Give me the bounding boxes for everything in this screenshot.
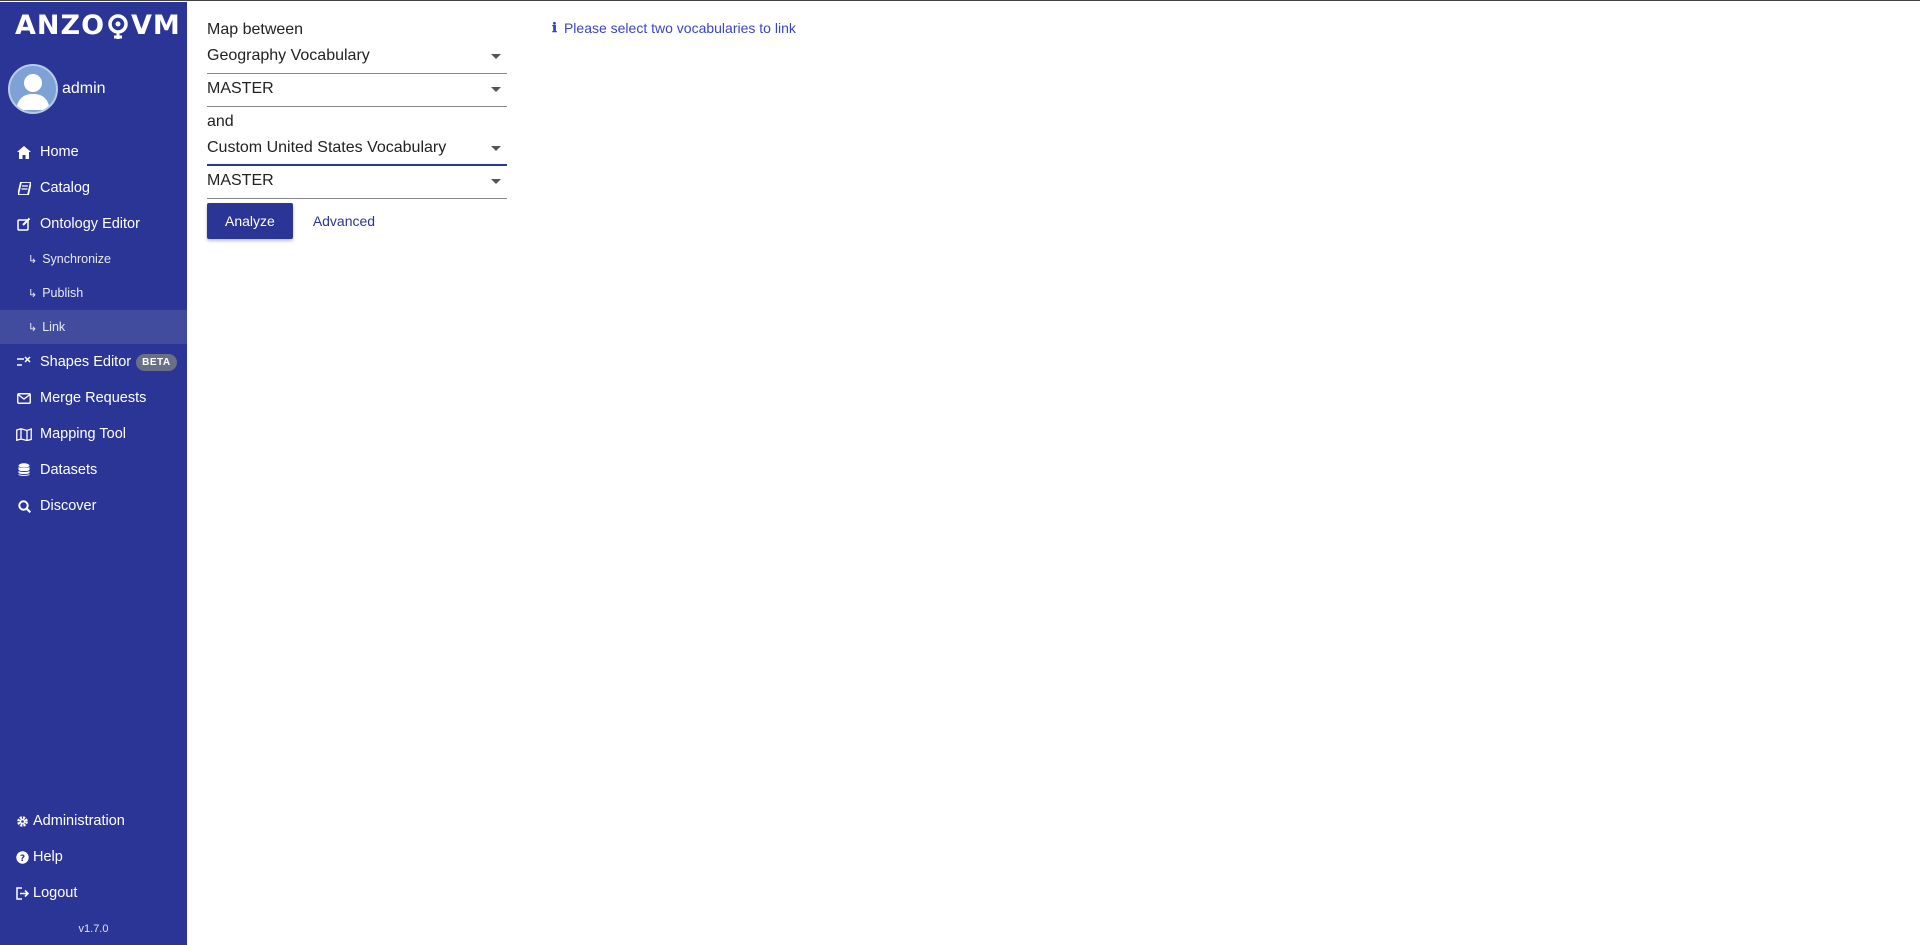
nav-item-datasets[interactable]: Datasets: [0, 452, 187, 488]
nav-item-catalog[interactable]: Catalog: [0, 170, 187, 206]
nav-item-help[interactable]: ? Help: [0, 839, 187, 875]
nav-label-help: Help: [33, 849, 63, 865]
chevron-down-icon: [491, 179, 501, 184]
advanced-button[interactable]: Advanced: [313, 213, 375, 229]
info-icon: ℹ: [552, 20, 557, 36]
logout-icon: [15, 885, 29, 901]
main-nav: Home Catalog Ontology Editor ↳ Synchroni…: [0, 134, 187, 524]
edit-icon: [16, 216, 32, 232]
map-icon: [16, 426, 32, 442]
app-version: v1.7.0: [78, 923, 109, 935]
nav-label-merge-requests: Merge Requests: [40, 390, 147, 406]
nav-item-administration[interactable]: Administration: [0, 803, 187, 839]
nav-item-merge-requests[interactable]: Merge Requests: [0, 380, 187, 416]
vocabulary-2-select[interactable]: Custom United States Vocabulary: [207, 134, 507, 166]
nav-item-discover[interactable]: Discover: [0, 488, 187, 524]
bottom-nav: Administration ? Help Logout: [0, 803, 187, 911]
nav-sub-link[interactable]: ↳ Link: [0, 310, 187, 344]
branch-1-select[interactable]: MASTER: [207, 75, 507, 107]
branch-2-select[interactable]: MASTER: [207, 167, 507, 199]
home-icon: [16, 144, 32, 160]
vocabulary-1-select[interactable]: Geography Vocabulary: [207, 42, 507, 74]
nav-label-ontology-editor: Ontology Editor: [40, 216, 140, 232]
and-label: and: [207, 113, 234, 130]
nav-label-link: Link: [42, 320, 66, 334]
anzovm-logo[interactable]: ANZO VM: [15, 9, 181, 41]
search-icon: [16, 498, 32, 514]
info-message: ℹ Please select two vocabularies to link: [552, 20, 796, 36]
sub-arrow-icon: ↳: [28, 253, 38, 266]
logo-text-right: VM: [131, 9, 181, 41]
link-form: Map between Geography Vocabulary MASTER …: [207, 18, 507, 239]
nav-item-mapping-tool[interactable]: Mapping Tool: [0, 416, 187, 452]
nav-label-datasets: Datasets: [40, 462, 98, 478]
nav-label-logout: Logout: [33, 885, 78, 901]
nav-sub-synchronize[interactable]: ↳ Synchronize: [0, 242, 187, 276]
sub-arrow-icon: ↳: [28, 287, 38, 300]
nav-label-shapes-editor: Shapes Editor: [40, 354, 132, 370]
branch-2-value: MASTER: [207, 172, 274, 189]
gear-icon: [15, 813, 29, 829]
nav-item-shapes-editor[interactable]: Shapes Editor BETA: [0, 344, 187, 380]
nav-label-home: Home: [40, 144, 79, 160]
nav-label-publish: Publish: [42, 286, 84, 300]
nav-sub-publish[interactable]: ↳ Publish: [0, 276, 187, 310]
action-row: Analyze Advanced: [207, 203, 507, 239]
vocabulary-1-value: Geography Vocabulary: [207, 47, 370, 64]
nav-item-logout[interactable]: Logout: [0, 875, 187, 911]
map-between-label: Map between: [207, 21, 304, 38]
question-icon: ?: [15, 849, 29, 865]
beta-badge: BETA: [136, 353, 177, 371]
sub-arrow-icon: ↳: [28, 321, 38, 334]
nav-item-home[interactable]: Home: [0, 134, 187, 170]
shapes-icon: [16, 354, 32, 370]
nav-label-mapping-tool: Mapping Tool: [40, 426, 126, 442]
branch-1-value: MASTER: [207, 80, 274, 97]
vocabulary-2-value: Custom United States Vocabulary: [207, 139, 447, 156]
info-message-text: Please select two vocabularies to link: [563, 20, 796, 36]
database-icon: [16, 462, 32, 478]
chevron-down-icon: [491, 87, 501, 92]
username: admin: [62, 80, 106, 97]
user-profile[interactable]: admin: [8, 64, 106, 114]
chevron-down-icon: [491, 146, 501, 151]
main-content: Map between Geography Vocabulary MASTER …: [187, 2, 1920, 945]
analyze-button[interactable]: Analyze: [207, 203, 293, 239]
chevron-down-icon: [491, 54, 501, 59]
nav-label-discover: Discover: [40, 498, 97, 514]
nav-item-ontology-editor[interactable]: Ontology Editor: [0, 206, 187, 242]
nav-label-administration: Administration: [33, 813, 125, 829]
logo-mark-icon: [106, 13, 130, 39]
svg-text:?: ?: [19, 854, 24, 864]
nav-label-catalog: Catalog: [40, 180, 90, 196]
envelope-icon: [16, 390, 32, 406]
book-icon: [16, 180, 32, 196]
nav-label-synchronize: Synchronize: [42, 252, 112, 266]
sidebar: ANZO VM admin Home Catalog Ontology Edit…: [0, 2, 187, 945]
avatar: [8, 64, 58, 114]
app-window: ANZO VM admin Home Catalog Ontology Edit…: [0, 0, 1920, 945]
logo-text-left: ANZO: [15, 9, 106, 41]
